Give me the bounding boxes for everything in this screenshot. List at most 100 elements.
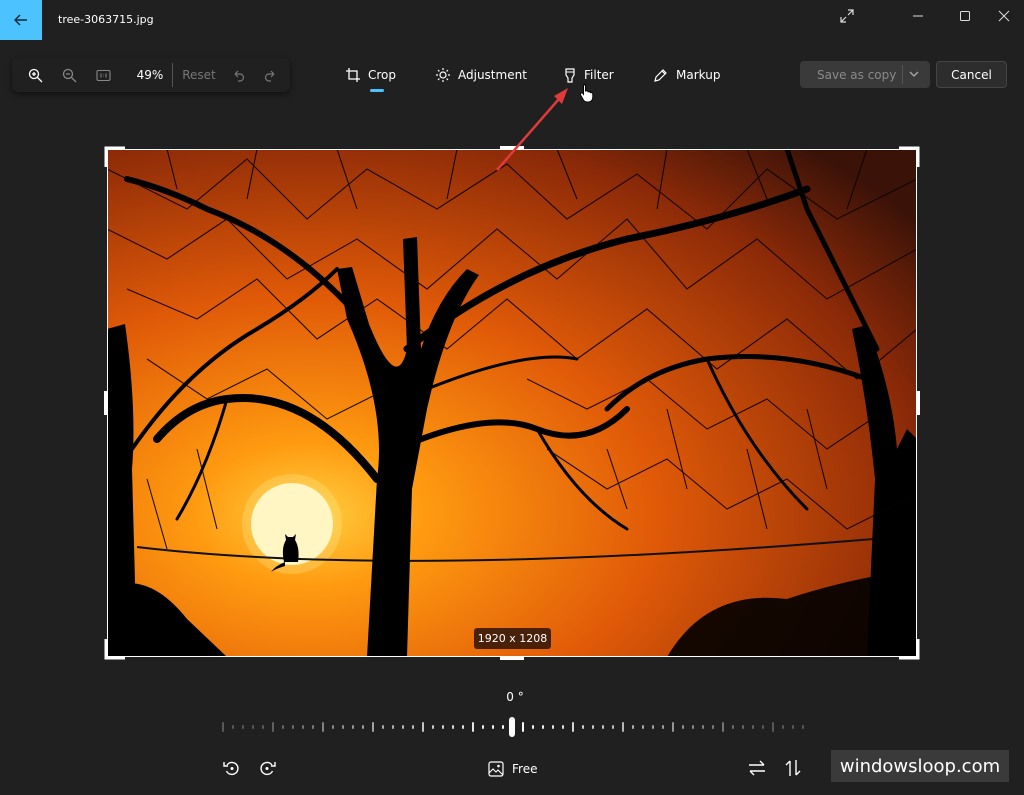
- rotation-tick-major: [672, 722, 674, 732]
- zoom-in-button[interactable]: [22, 58, 48, 92]
- active-tab-indicator: [370, 89, 384, 92]
- actual-size-icon: [95, 69, 111, 81]
- rotate-left-icon: [223, 761, 239, 776]
- arrow-left-icon: [14, 14, 27, 26]
- flip-vertical-icon: [785, 760, 801, 776]
- rotation-tick-minor: [262, 725, 264, 729]
- save-as-copy-label: Save as copy: [817, 67, 897, 82]
- tab-markup[interactable]: Markup: [653, 63, 720, 87]
- rotate-left-button[interactable]: [219, 756, 245, 780]
- rotate-right-button[interactable]: [254, 756, 280, 780]
- rotation-slider[interactable]: [218, 716, 808, 738]
- rotation-tick-minor: [302, 725, 304, 729]
- aspect-ratio-button[interactable]: Free: [488, 759, 537, 779]
- redo-button[interactable]: [258, 58, 282, 92]
- rotation-tick-minor: [712, 725, 714, 729]
- rotation-tick-minor: [292, 725, 294, 729]
- rotation-tick-minor: [352, 725, 354, 729]
- back-button[interactable]: [0, 0, 42, 40]
- rotation-tick-major: [722, 722, 724, 732]
- flip-vertical-button[interactable]: [780, 756, 806, 780]
- fullscreen-button[interactable]: [832, 6, 862, 26]
- chevron-down-icon[interactable]: [908, 68, 920, 83]
- rotation-tick-minor: [242, 725, 244, 729]
- maximize-button[interactable]: [950, 6, 980, 26]
- rotation-tick-minor: [452, 725, 454, 729]
- rotation-tick-minor: [552, 725, 554, 729]
- rotate-right-icon: [260, 761, 276, 776]
- flip-horizontal-button[interactable]: [744, 756, 770, 780]
- actual-size-button[interactable]: [90, 58, 116, 92]
- rotation-tick-minor: [462, 725, 464, 729]
- rotation-tick-major: [522, 722, 524, 732]
- rotation-tick-minor: [582, 725, 584, 729]
- rotation-tick-minor: [252, 725, 254, 729]
- crop-handle-top-right[interactable]: [897, 145, 921, 169]
- crop-handle-top-left[interactable]: [103, 145, 127, 169]
- redo-icon: [264, 70, 274, 82]
- close-button[interactable]: [989, 6, 1019, 26]
- rotation-tick-minor: [762, 725, 764, 729]
- rotation-tick-minor: [742, 725, 744, 729]
- rotation-tick-minor: [652, 725, 654, 729]
- crop-handle-left[interactable]: [104, 391, 107, 415]
- rotation-tick-minor: [232, 725, 234, 729]
- tab-crop[interactable]: Crop: [346, 63, 396, 87]
- rotation-tick-major: [472, 722, 474, 732]
- rotation-tick-minor: [442, 725, 444, 729]
- rotation-tick-minor: [492, 725, 494, 729]
- rotation-tick-minor: [282, 725, 284, 729]
- crop-handle-bottom[interactable]: [500, 657, 524, 660]
- crop-frame[interactable]: [107, 149, 917, 657]
- undo-icon: [234, 70, 244, 82]
- watermark: windowsloop.com: [831, 750, 1009, 782]
- undo-button[interactable]: [226, 58, 250, 92]
- rotation-tick-major: [572, 722, 574, 732]
- cancel-button[interactable]: Cancel: [936, 61, 1007, 88]
- flip-horizontal-icon: [749, 760, 765, 776]
- rotation-tick-minor: [632, 725, 634, 729]
- rotation-tick-major: [272, 722, 274, 732]
- save-as-copy-button[interactable]: Save as copy: [800, 61, 930, 88]
- rotation-tick-minor: [542, 725, 544, 729]
- minimize-button[interactable]: [903, 6, 933, 26]
- rotation-tick-minor: [412, 725, 414, 729]
- zoom-out-button[interactable]: [56, 58, 82, 92]
- hand-cursor-icon: [579, 84, 594, 103]
- crop-icon: [346, 68, 360, 82]
- rotation-tick-minor: [792, 725, 794, 729]
- rotation-tick-major: [772, 722, 774, 732]
- rotation-tick-minor: [432, 725, 434, 729]
- rotation-tick-minor: [682, 725, 684, 729]
- rotation-tick-minor: [532, 725, 534, 729]
- rotation-tick-minor: [312, 725, 314, 729]
- rotation-tick-minor: [692, 725, 694, 729]
- zoom-level: 49%: [136, 68, 164, 82]
- crop-dimensions-badge: 1920 x 1208: [474, 628, 551, 649]
- rotation-tick-minor: [342, 725, 344, 729]
- crop-handle-bottom-left[interactable]: [103, 637, 127, 661]
- crop-handle-right[interactable]: [917, 391, 920, 415]
- rotation-tick-minor: [562, 725, 564, 729]
- rotation-tick-minor: [732, 725, 734, 729]
- zoom-in-icon: [28, 68, 42, 82]
- rotation-tick-minor: [802, 725, 804, 729]
- maximize-icon: [960, 11, 970, 21]
- rotation-tick-minor: [612, 725, 614, 729]
- toolbar-divider: [172, 63, 173, 87]
- rotation-tick-major: [222, 722, 224, 732]
- crop-handle-bottom-right[interactable]: [897, 637, 921, 661]
- rotation-tick-minor: [482, 725, 484, 729]
- reset-button[interactable]: Reset: [180, 58, 218, 92]
- aspect-ratio-icon: [488, 761, 504, 777]
- window-title: tree-3063715.jpg: [58, 13, 154, 26]
- rotation-slider-thumb: [509, 717, 515, 737]
- rotation-tick-minor: [592, 725, 594, 729]
- rotation-tick-minor: [502, 725, 504, 729]
- brightness-icon: [436, 68, 450, 82]
- tab-crop-label: Crop: [368, 68, 397, 82]
- rotation-tick-minor: [702, 725, 704, 729]
- rotation-tick-major: [322, 722, 324, 732]
- zoom-out-icon: [62, 68, 76, 82]
- pen-icon: [654, 68, 667, 82]
